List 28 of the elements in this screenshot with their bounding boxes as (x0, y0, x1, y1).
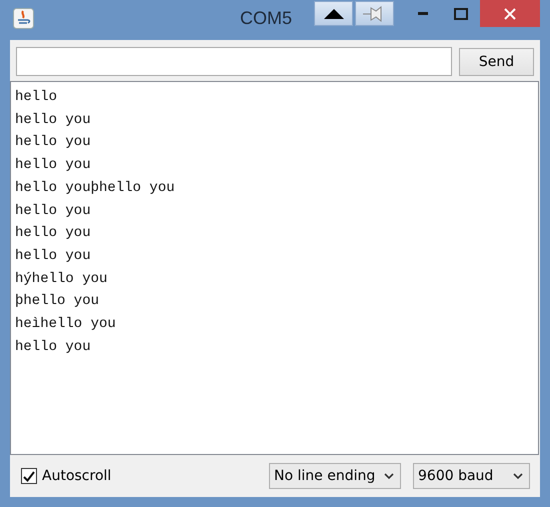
output-line: hello you (15, 246, 92, 266)
minimize-icon (418, 12, 428, 15)
close-button[interactable] (480, 0, 540, 27)
up-triangle-icon (324, 8, 344, 18)
maximize-icon (454, 8, 468, 20)
output-line: þhello you (15, 292, 100, 312)
output-line: hello youþhello you (15, 178, 176, 198)
baud-rate-dropdown[interactable]: 9600 baud (413, 463, 530, 489)
output-line: heìhello you (15, 315, 117, 334)
caret-icon (513, 472, 523, 480)
line-ending-dropdown[interactable]: No line ending (269, 463, 401, 489)
output-line: hello you (15, 224, 92, 244)
caret-icon (384, 472, 394, 480)
close-icon (504, 8, 516, 20)
output-line: hello you (15, 338, 92, 357)
output-line: hello you (15, 110, 92, 130)
window-title: COM5 (240, 8, 292, 29)
app-icon[interactable] (13, 8, 34, 29)
output-line: hello you (15, 202, 92, 221)
output-line: hýhello you (15, 270, 108, 289)
send-button[interactable]: Send (459, 48, 534, 76)
output-line: hello (15, 88, 58, 107)
autoscroll-label: Autoscroll (42, 468, 112, 484)
output-line: hello you (15, 156, 92, 176)
autoscroll-checkbox[interactable] (21, 468, 37, 484)
message-input[interactable] (16, 47, 452, 76)
output-line: hello you (15, 133, 92, 152)
scroll-up-button[interactable] (314, 1, 353, 26)
